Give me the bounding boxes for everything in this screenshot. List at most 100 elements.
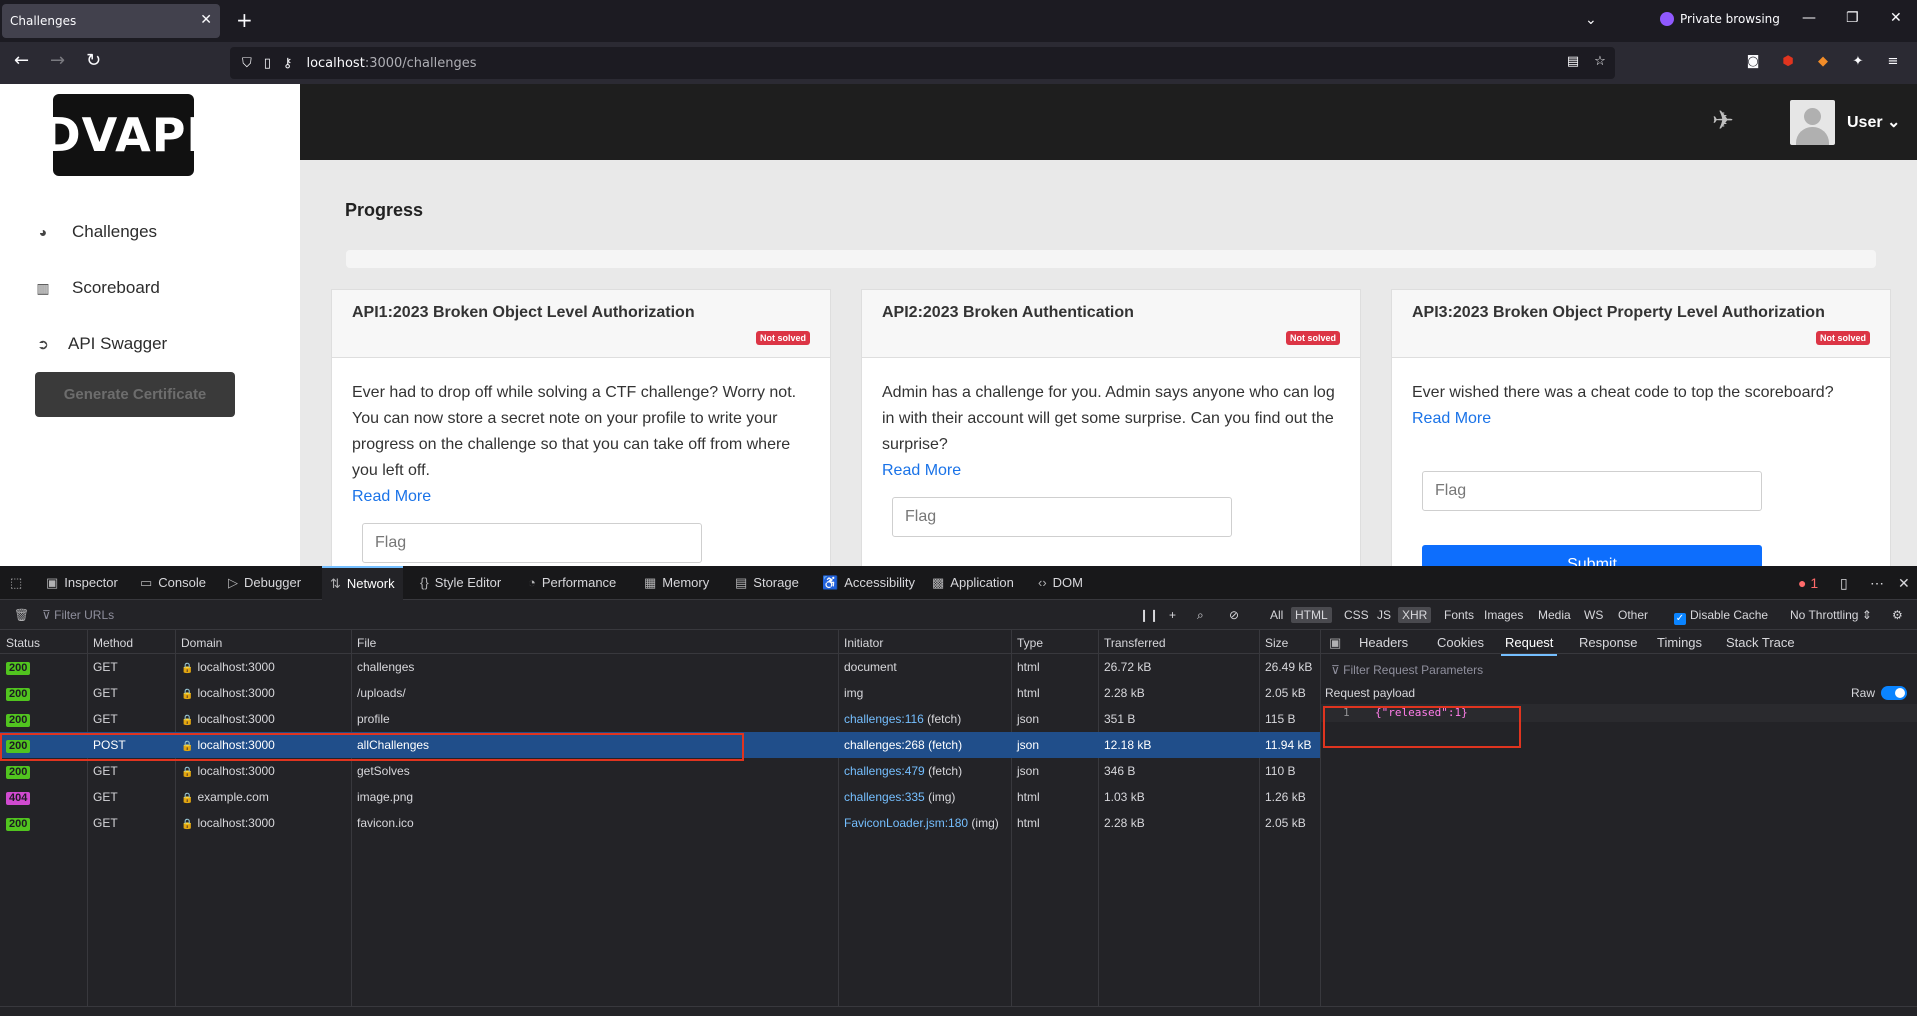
pocket-icon[interactable]: ◙ [1745,54,1761,70]
block-icon[interactable]: ⊘ [1225,607,1243,623]
tab-inspector[interactable]: ▣ Inspector [46,566,118,600]
disable-cache-checkbox[interactable]: ✓ Disable Cache [1670,607,1772,626]
back-icon[interactable]: ← [14,52,29,70]
list-tabs-icon[interactable]: ⌄ [1585,12,1597,28]
key-icon[interactable]: ⚷ [283,56,293,71]
col-initiator[interactable]: Initiator [844,636,883,650]
col-method[interactable]: Method [93,636,133,650]
table-row[interactable]: 200 GET 🔒 localhost:3000 favicon.ico FaviconL… [0,810,1320,836]
flag-input[interactable]: Flag [362,523,702,563]
col-file[interactable]: File [357,636,376,650]
close-devtools-icon[interactable]: ✕ [1898,575,1910,592]
url-text[interactable]: localhost:3000/challenges [306,56,476,71]
read-more-link[interactable]: Read More [882,458,1342,484]
window-close-icon[interactable]: ✕ [1890,10,1902,26]
tab-memory[interactable]: ▦ Memory [644,566,709,600]
extensions-icon[interactable]: ✦ [1850,54,1866,70]
avatar[interactable] [1790,100,1835,145]
card-title: API1:2023 Broken Object Level Authorizat… [352,304,695,321]
user-menu[interactable]: User ⌄ [1847,112,1900,132]
tab-console[interactable]: ▭ Console [140,566,206,600]
plus-icon[interactable]: + [1165,607,1180,623]
bookmark-star-icon[interactable]: ☆ [1592,54,1608,70]
sidebar-item-api-swagger[interactable]: ➲ API Swagger [34,334,167,354]
element-picker-icon[interactable]: ⬚ [10,566,22,600]
reader-view-icon[interactable]: ▤ [1565,54,1581,70]
filter-urls-input[interactable]: ⊽ Filter URLs [42,608,114,622]
tab-cookies[interactable]: Cookies [1437,635,1484,650]
dvapi-logo[interactable]: DVAPI [42,94,204,176]
filter-media[interactable]: Media [1534,607,1575,623]
tab-headers[interactable]: Headers [1359,635,1408,650]
pause-icon[interactable]: ❙❙ [1135,607,1163,623]
read-more-link[interactable]: Read More [352,484,812,510]
tab-style-editor[interactable]: {} Style Editor [420,566,501,600]
menu-icon[interactable]: ≡ [1885,54,1901,70]
sidebar-item-scoreboard[interactable]: ▥ Scoreboard [34,278,160,298]
settings-gear-icon[interactable]: ⚙ [1888,607,1907,623]
browser-tab[interactable]: Challenges ✕ [2,4,220,38]
table-row[interactable]: 200 GET 🔒 localhost:3000 challenges document h… [0,654,1320,680]
col-domain[interactable]: Domain [181,636,222,650]
tab-accessibility[interactable]: ♿ Accessibility [822,566,915,600]
memory-icon: ▦ [644,575,657,590]
search-icon[interactable]: ⌕ [1193,607,1208,624]
tab-response[interactable]: Response [1579,635,1638,650]
tab-storage[interactable]: ▤ Storage [735,566,799,600]
fox-extension-icon[interactable]: ◆ [1815,54,1831,70]
flag-input[interactable]: Flag [892,497,1232,537]
trash-icon[interactable]: 🗑 [10,607,33,623]
more-options-icon[interactable]: ⋯ [1870,575,1884,592]
forward-icon[interactable]: → [50,52,65,70]
col-type[interactable]: Type [1017,636,1043,650]
filter-other[interactable]: Other [1614,607,1652,623]
sidebar-item-challenges[interactable]: ◕ Challenges [34,222,157,242]
filter-request-params-input[interactable]: ⊽ Filter Request Parameters [1331,663,1483,677]
filter-all[interactable]: All [1266,607,1287,623]
shield-icon[interactable]: ⛉ [242,56,252,71]
tab-timings[interactable]: Timings [1657,635,1702,650]
submit-button[interactable]: Submit [1422,545,1762,566]
minimize-icon[interactable]: — [1802,10,1816,26]
filter-fonts[interactable]: Fonts [1440,607,1478,623]
col-status[interactable]: Status [6,636,40,650]
page-icon[interactable]: ▯ [264,56,271,71]
table-row[interactable]: 200 GET 🔒 localhost:3000 profile challenges:1… [0,706,1320,732]
raw-toggle[interactable]: Raw [1851,686,1907,700]
table-row[interactable]: 200 GET 🔒 localhost:3000/uploads/img html 2.2… [0,680,1320,706]
url-bar[interactable]: ⛉ ▯ ⚷ localhost:3000/challenges [230,47,1615,79]
ublock-icon[interactable]: ⬢ [1780,54,1796,70]
generate-certificate-button[interactable]: Generate Certificate [35,372,235,417]
tab-request[interactable]: Request [1500,635,1558,656]
tab-stack-trace[interactable]: Stack Trace [1726,635,1795,650]
tab-title: Challenges [10,14,77,28]
flag-input[interactable]: Flag [1422,471,1762,511]
col-transferred[interactable]: Transferred [1104,636,1166,650]
tab-performance[interactable]: ◔ Performance [528,566,616,600]
table-row[interactable]: 200 GET 🔒 localhost:3000 getSolves challenges… [0,758,1320,784]
tab-application[interactable]: ▩ Application [932,566,1014,600]
reload-icon[interactable]: ↻ [86,52,101,70]
throttling-select[interactable]: No Throttling ⇕ [1786,607,1876,623]
filter-html[interactable]: HTML [1291,607,1332,623]
debugger-icon: ▷ [228,575,238,590]
filter-xhr[interactable]: XHR [1398,607,1432,623]
new-tab-button[interactable]: + [236,10,253,30]
filter-images[interactable]: Images [1480,607,1527,623]
initiator-cell: challenges:335 (img) [844,790,956,804]
filter-css[interactable]: CSS [1340,607,1373,623]
read-more-link[interactable]: Read More [1412,406,1872,432]
restore-icon[interactable]: ❐ [1846,10,1859,26]
tab-debugger[interactable]: ▷ Debugger [228,566,301,600]
tab-dom[interactable]: ‹› DOM [1038,566,1083,600]
filter-ws[interactable]: WS [1580,607,1607,623]
close-tab-icon[interactable]: ✕ [200,12,212,28]
rocket-icon[interactable]: ✈ [1712,106,1734,136]
dock-icon[interactable]: ▯ [1840,575,1848,592]
tab-network[interactable]: ⇅ Network [322,566,403,600]
toggle-panel-icon[interactable]: ▣ [1329,635,1341,651]
col-size[interactable]: Size [1265,636,1288,650]
filter-js[interactable]: JS [1373,607,1395,623]
table-row[interactable]: 404 GET 🔒 example.com image.png challenges:33… [0,784,1320,810]
error-count[interactable]: ● 1 [1798,575,1818,591]
